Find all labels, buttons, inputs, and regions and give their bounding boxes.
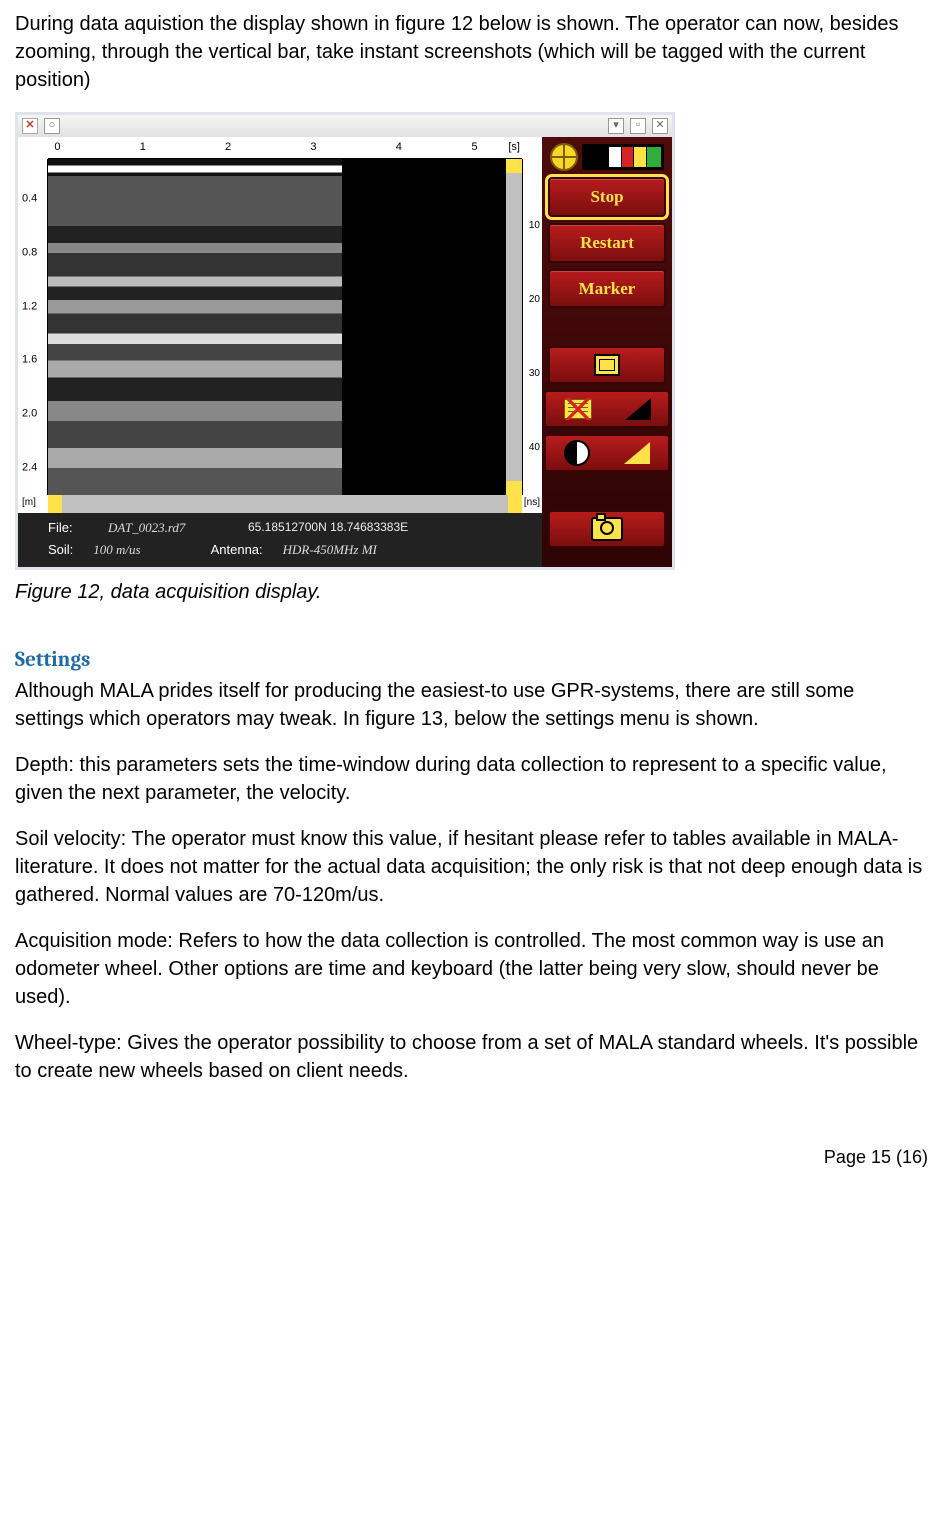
contrast-icon	[564, 440, 590, 466]
soil-value: 100 m/us	[93, 541, 140, 559]
axis-tick: 1	[140, 140, 146, 155]
radargram-canvas[interactable]	[48, 159, 522, 495]
axis-tick: 1.2	[22, 299, 37, 314]
axis-tick: 5	[472, 140, 478, 155]
axis-tick: 3	[310, 140, 316, 155]
horizontal-scrollbar[interactable]	[48, 495, 522, 513]
intro-paragraph: During data aquistion the display shown …	[15, 10, 928, 94]
axis-tick: 40	[529, 441, 540, 455]
triangle-dark-icon	[625, 398, 651, 420]
contrast-toggle-button[interactable]	[544, 434, 670, 472]
ruler-off-icon	[564, 399, 592, 419]
radargram-plot: 0 1 2 3 4 5 [s] 0.4 0.8 1.2 1.6 2.0 2.4	[18, 137, 542, 513]
axis-tick: 4	[396, 140, 402, 155]
left-axis: 0.4 0.8 1.2 1.6 2.0 2.4	[18, 159, 48, 495]
wheel-paragraph: Wheel-type: Gives the operator possibili…	[15, 1029, 928, 1085]
fullscreen-button[interactable]	[548, 346, 666, 384]
restart-button[interactable]: Restart	[548, 223, 666, 263]
axis-tick: 20	[529, 293, 540, 307]
gps-coords: 65.18512700N 18.74683383E	[248, 519, 532, 536]
axis-unit: [s]	[508, 140, 520, 155]
axis-tick: 10	[529, 219, 540, 233]
window-menu-icon[interactable]: ○	[44, 118, 60, 134]
settings-intro: Although MALA prides itself for producin…	[15, 677, 928, 733]
page-number: Page 15 (16)	[15, 1145, 928, 1170]
axis-tick: 0	[54, 140, 60, 155]
antenna-label: Antenna:	[211, 541, 263, 559]
axis-tick: 0.8	[22, 245, 37, 260]
status-bar: File: DAT_0023.rd7 65.18512700N 18.74683…	[18, 513, 542, 567]
screenshot-button[interactable]	[548, 510, 666, 548]
ruler-toggle-button[interactable]	[544, 390, 670, 428]
triangle-light-icon	[624, 442, 650, 464]
file-value: DAT_0023.rd7	[108, 519, 248, 537]
gps-target-icon[interactable]	[550, 143, 578, 171]
close-right-icon[interactable]: ✕	[652, 118, 668, 134]
maximize-icon[interactable]: ▫	[630, 118, 646, 134]
soil-label: Soil:	[48, 541, 73, 559]
right-axis: 10 20 30 40	[522, 159, 542, 495]
camera-icon	[591, 517, 623, 541]
acquisition-paragraph: Acquisition mode: Refers to how the data…	[15, 927, 928, 1011]
marker-button[interactable]: Marker	[548, 269, 666, 309]
axis-tick: 2.4	[22, 460, 37, 475]
axis-tick: 1.6	[22, 353, 37, 368]
settings-heading: Settings	[15, 646, 928, 675]
axis-tick: 0.4	[22, 192, 37, 207]
file-label: File:	[48, 519, 108, 537]
antenna-value: HDR-450MHz MI	[283, 541, 377, 559]
fullscreen-icon	[594, 354, 620, 376]
axis-unit: [m]	[22, 496, 36, 510]
depth-paragraph: Depth: this parameters sets the time-win…	[15, 751, 928, 807]
figure-caption: Figure 12, data acquisition display.	[15, 578, 928, 606]
signal-meter-icon	[582, 144, 664, 170]
soil-paragraph: Soil velocity: The operator must know th…	[15, 825, 928, 909]
vertical-scrollbar[interactable]	[506, 159, 522, 495]
axis-unit: [ns]	[524, 496, 540, 510]
window-titlebar: ✕ ○ ▾ ▫ ✕	[18, 115, 672, 137]
axis-tick: 2	[225, 140, 231, 155]
stop-button[interactable]: Stop	[548, 177, 666, 217]
control-panel: Stop Restart Marker	[542, 137, 672, 567]
axis-tick: 30	[529, 367, 540, 381]
close-icon[interactable]: ✕	[22, 118, 38, 134]
minimize-icon[interactable]: ▾	[608, 118, 624, 134]
axis-tick: 2.0	[22, 406, 37, 421]
app-screenshot: ✕ ○ ▾ ▫ ✕ 0 1 2 3 4 5 [s] 0.4	[15, 112, 675, 570]
top-axis: 0 1 2 3 4 5 [s]	[48, 137, 522, 159]
